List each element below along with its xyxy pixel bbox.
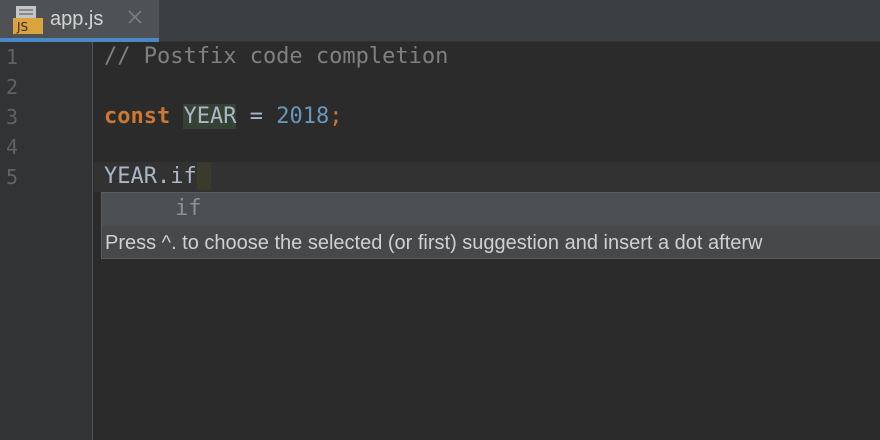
code-comment: // Postfix code completion [104, 44, 449, 69]
text-caret [196, 162, 211, 190]
code-line-1[interactable]: // Postfix code completion [104, 42, 448, 72]
code-operator: = [236, 104, 277, 129]
tab-app-js[interactable]: JS app.js [0, 0, 159, 42]
code-number: 2018 [276, 104, 330, 129]
line-number: 2 [6, 75, 19, 99]
completion-hint: Press ^. to choose the selected (or firs… [105, 232, 763, 254]
close-icon[interactable] [126, 8, 144, 26]
line-number: 4 [6, 135, 19, 159]
editor-tab-bar: JS app.js [0, 0, 880, 42]
js-file-icon-label: JS [16, 20, 28, 34]
current-line-highlight [94, 162, 880, 192]
completion-item-label: if [175, 196, 202, 221]
code-typed-text: YEAR.if [104, 164, 197, 189]
code-keyword: const [104, 104, 171, 129]
code-line-5[interactable]: YEAR.if [104, 162, 211, 192]
completion-popup: if Press ^. to choose the selected (or f… [101, 192, 880, 259]
line-number: 3 [6, 105, 19, 129]
line-number: 1 [6, 45, 19, 69]
code-line-3[interactable]: const YEAR = 2018; [104, 102, 342, 132]
js-file-icon: JS [13, 6, 43, 34]
tab-file-name: app.js [50, 8, 104, 30]
code-editor[interactable]: JS app.js 1 2 3 4 5 // Postfix code comp… [0, 0, 880, 440]
line-number: 5 [6, 165, 19, 189]
line-number-gutter: 1 2 3 4 5 [0, 42, 93, 440]
code-identifier: YEAR [183, 104, 237, 129]
completion-item[interactable]: if [102, 193, 880, 226]
code-semicolon: ; [329, 104, 343, 129]
